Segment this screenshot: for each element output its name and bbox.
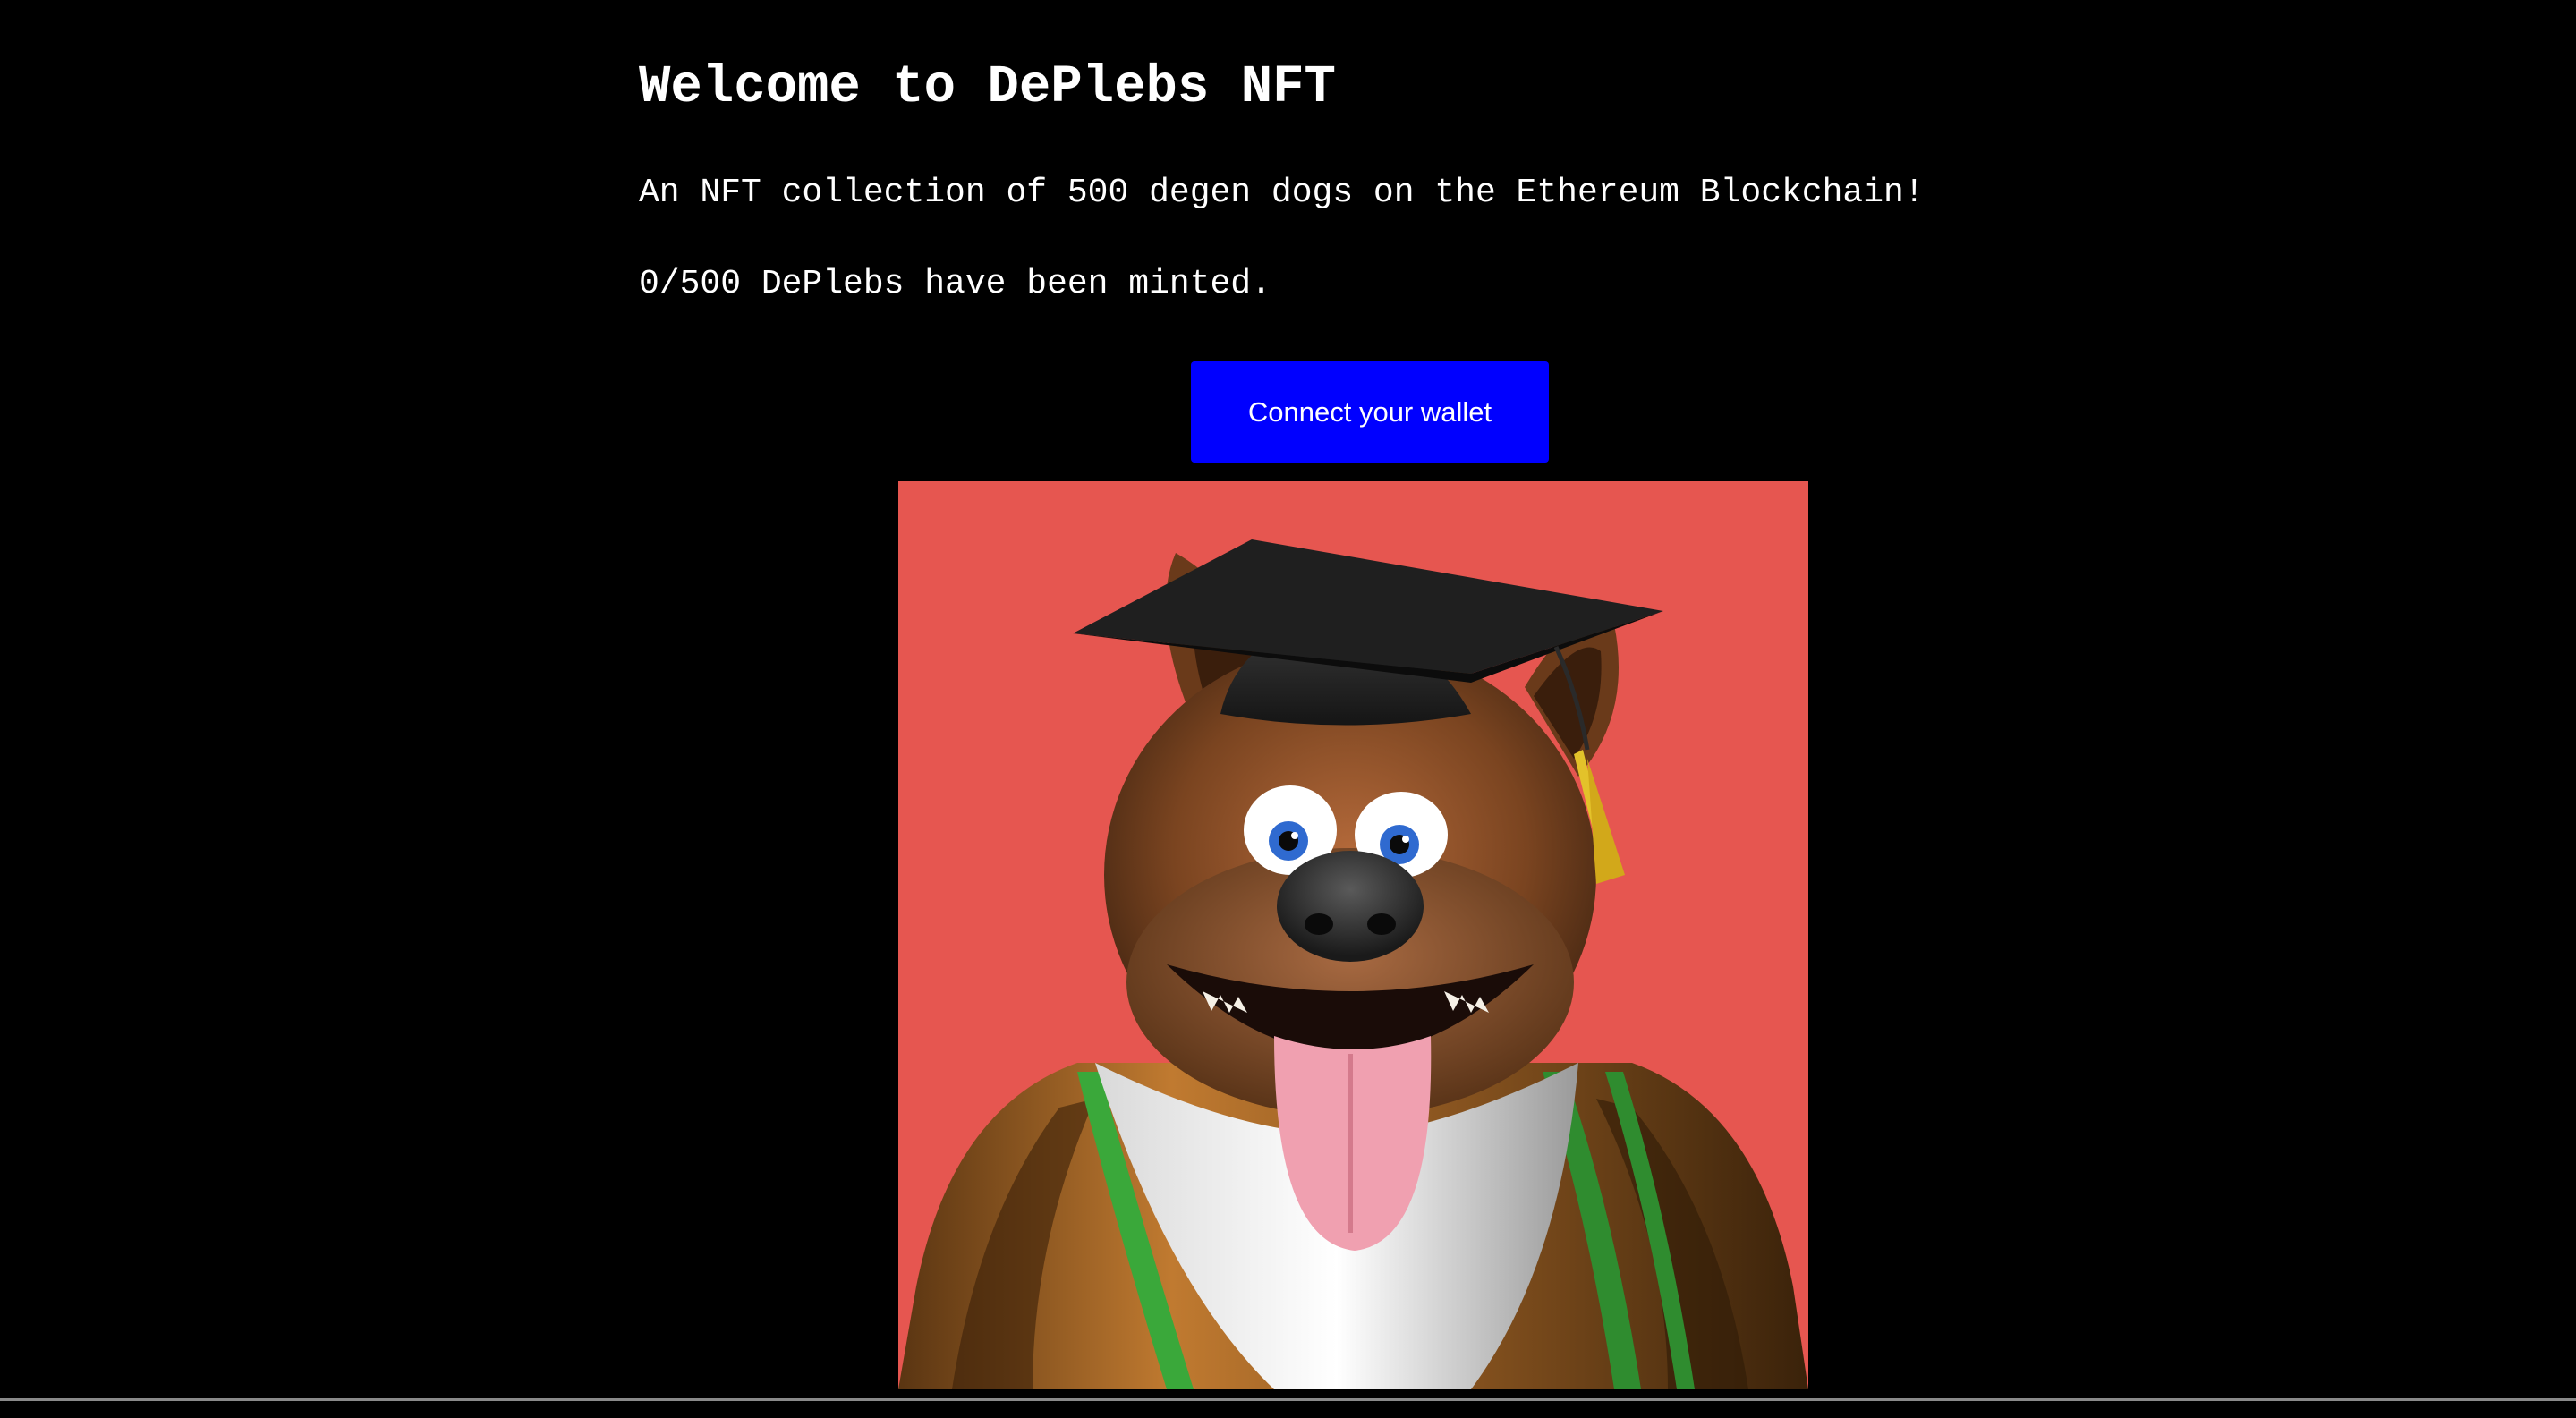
graduate-dog-illustration <box>898 481 1808 1389</box>
minted-counter: 0/500 DePlebs have been minted. <box>639 265 1271 303</box>
collection-description: An NFT collection of 500 degen dogs on t… <box>639 174 1925 212</box>
nft-preview-image <box>898 481 1808 1389</box>
bottom-divider <box>0 1398 2576 1401</box>
connect-wallet-button[interactable]: Connect your wallet <box>1191 361 1549 463</box>
page-title: Welcome to DePlebs NFT <box>639 57 1336 117</box>
